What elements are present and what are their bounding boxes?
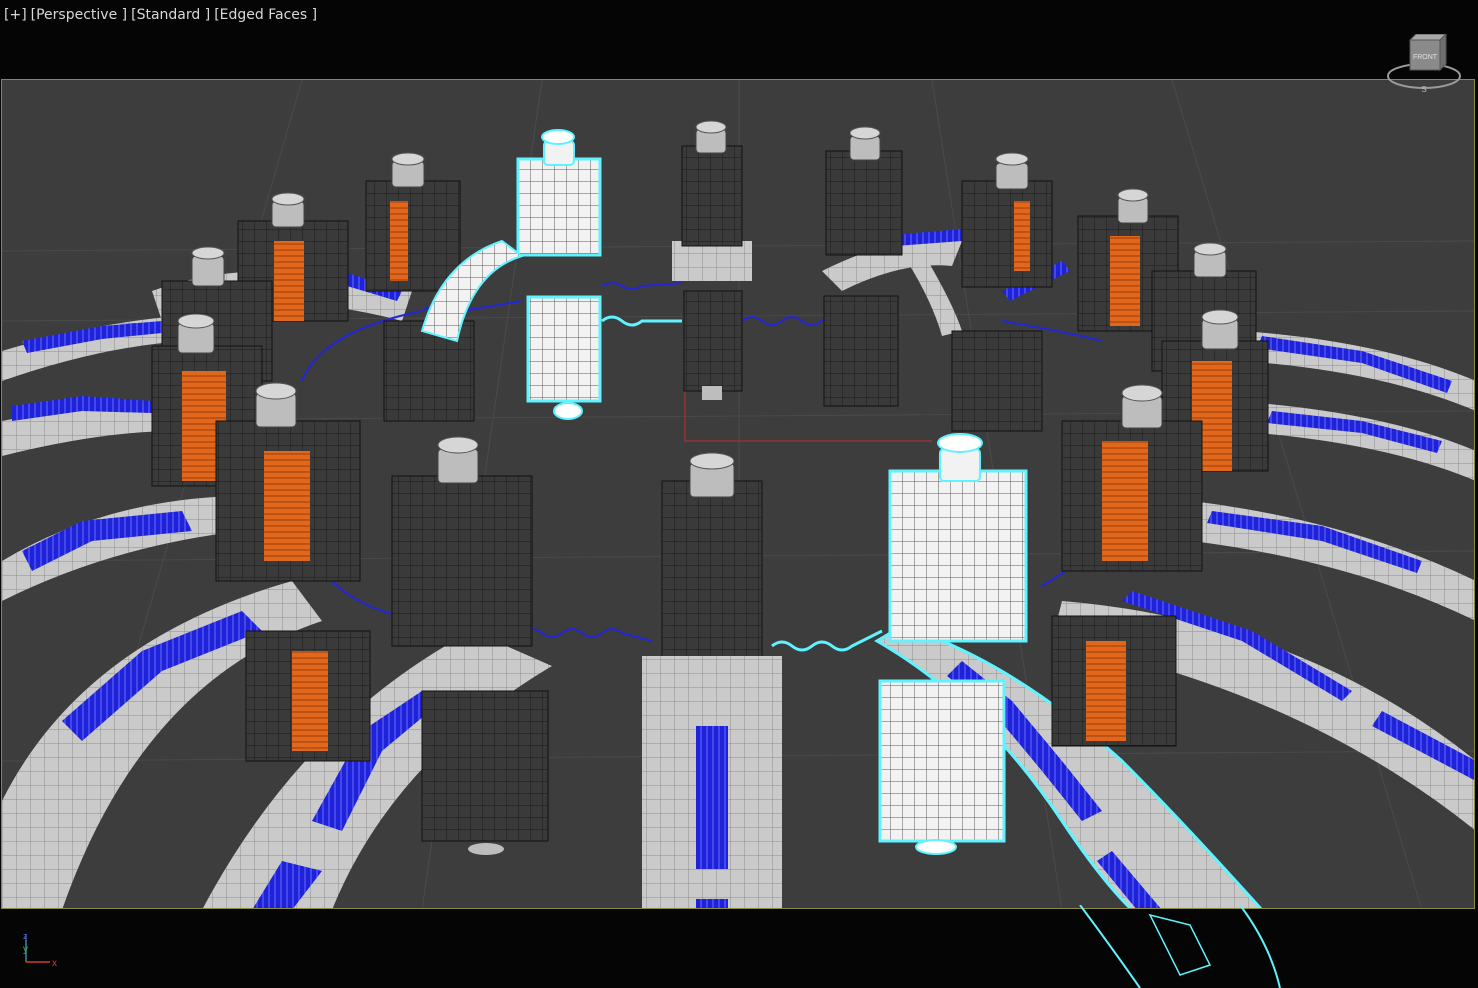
axis-y-label: y — [23, 944, 28, 955]
axis-z-label: z — [23, 931, 28, 941]
axis-x-label: x — [52, 958, 57, 969]
viewport-label-menu[interactable]: [+] [Perspective ] [Standard ] [Edged Fa… — [0, 0, 317, 30]
solenoid-front-left — [391, 436, 549, 855]
selected-ramp-overflow — [1079, 905, 1281, 988]
viewport-point-of-view[interactable]: [Perspective ] — [31, 7, 127, 23]
viewcube[interactable]: FRONT S — [1384, 32, 1464, 96]
solenoid-left-front — [215, 382, 371, 762]
viewport-menu-plus[interactable]: [+] — [4, 7, 27, 23]
solenoid-back-right-2 — [951, 152, 1053, 432]
active-viewport[interactable] — [1, 79, 1475, 909]
viewport-display-edged-faces[interactable]: [Edged Faces ] — [214, 7, 317, 23]
scene-render — [2, 80, 1474, 908]
axis-tripod: x y z — [18, 930, 62, 970]
solenoid-front-center — [642, 452, 782, 726]
viewcube-face-label: FRONT — [1413, 54, 1438, 61]
viewcube-compass-letter: S — [1421, 85, 1426, 94]
viewport-shading-standard[interactable]: [Standard ] — [131, 7, 210, 23]
solenoid-right-front — [1051, 384, 1203, 747]
